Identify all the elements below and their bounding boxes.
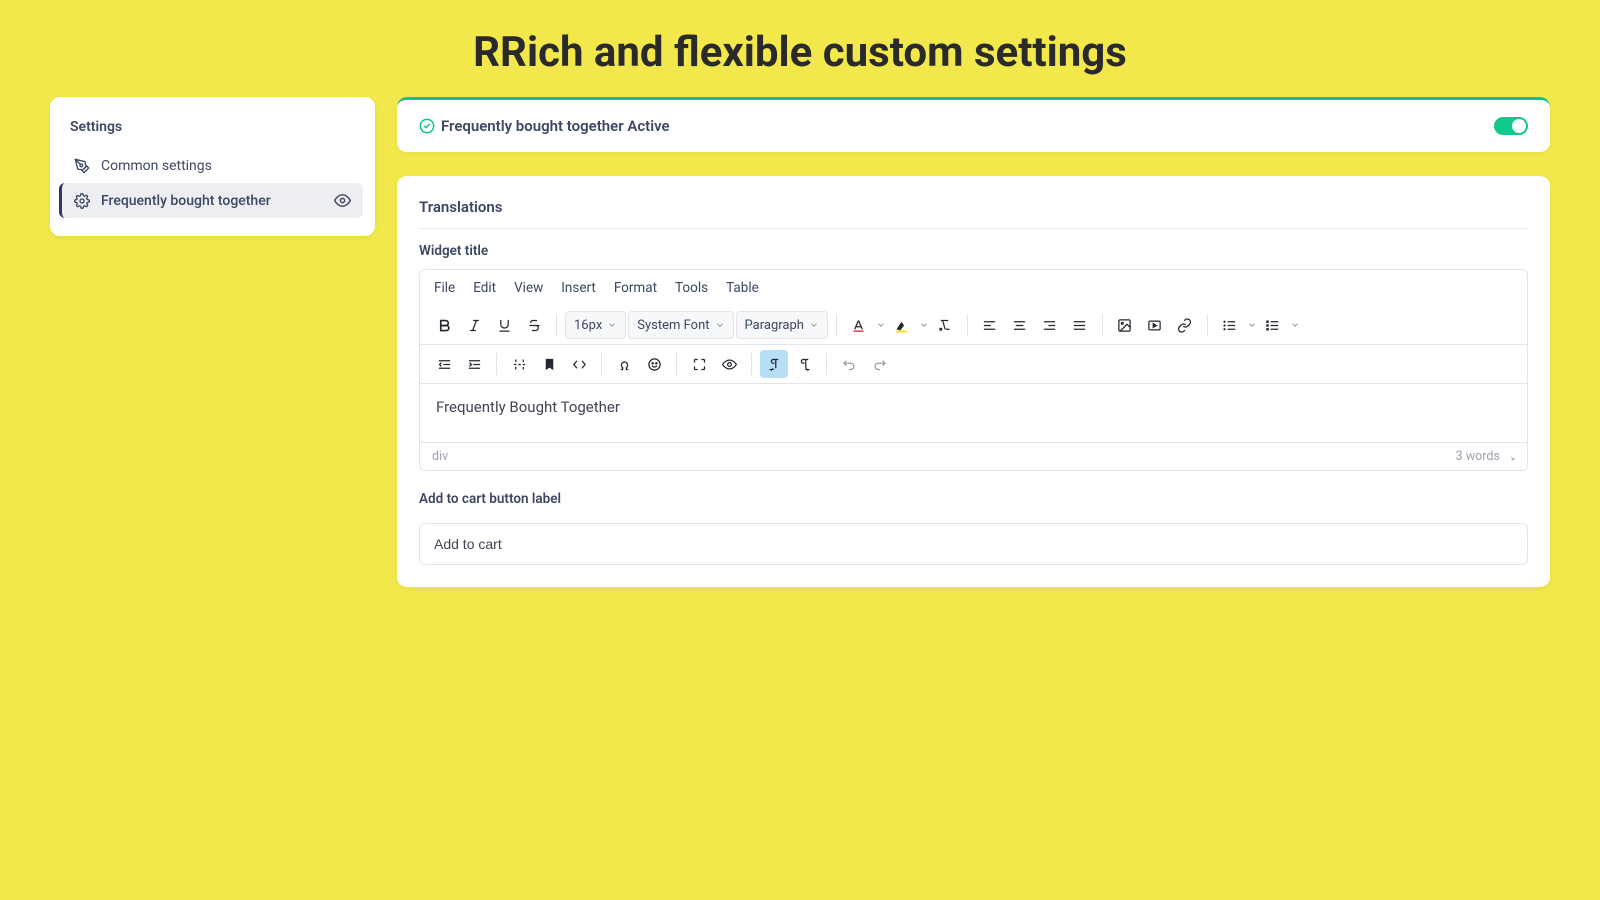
- pen-icon: [74, 158, 90, 174]
- menu-table[interactable]: Table: [726, 280, 759, 296]
- separator: [967, 314, 968, 336]
- check-circle-icon: [419, 118, 435, 134]
- add-to-cart-label: Add to cart button label: [419, 491, 1528, 507]
- main-content: Frequently bought together Active Transl…: [397, 97, 1550, 587]
- emoji-button[interactable]: [640, 350, 668, 378]
- translations-card: Translations Widget title File Edit View…: [397, 176, 1550, 587]
- italic-button[interactable]: [460, 311, 488, 339]
- sidebar: Settings Common settings Frequently boug…: [50, 97, 375, 236]
- fullscreen-button[interactable]: [685, 350, 713, 378]
- add-to-cart-input[interactable]: [419, 523, 1528, 565]
- link-button[interactable]: [1171, 311, 1199, 339]
- align-right-button[interactable]: [1036, 311, 1064, 339]
- main-container: Settings Common settings Frequently boug…: [0, 97, 1600, 587]
- code-sample-button[interactable]: [565, 350, 593, 378]
- sidebar-heading: Settings: [62, 115, 363, 149]
- underline-button[interactable]: [490, 311, 518, 339]
- numbered-list-button[interactable]: [1216, 311, 1257, 339]
- text-color-button[interactable]: [845, 311, 886, 339]
- editor-content[interactable]: Frequently Bought Together: [420, 384, 1527, 442]
- bold-button[interactable]: [430, 311, 458, 339]
- separator: [1102, 314, 1103, 336]
- menu-tools[interactable]: Tools: [675, 280, 708, 296]
- bullet-list-button[interactable]: [1259, 311, 1300, 339]
- status-label: Frequently bought together Active: [441, 117, 670, 135]
- separator: [676, 353, 677, 375]
- page-break-button[interactable]: [505, 350, 533, 378]
- font-family-dropdown[interactable]: System Font: [628, 311, 733, 339]
- status-text: Frequently bought together Active: [419, 117, 670, 135]
- menu-view[interactable]: View: [514, 280, 543, 296]
- image-button[interactable]: [1111, 311, 1139, 339]
- translations-title: Translations: [419, 198, 1528, 229]
- menu-insert[interactable]: Insert: [561, 280, 596, 296]
- clear-formatting-button[interactable]: [931, 311, 959, 339]
- preview-button[interactable]: [715, 350, 743, 378]
- editor-toolbar-row1: 16px System Font Paragraph: [420, 306, 1527, 345]
- video-button[interactable]: [1141, 311, 1169, 339]
- font-size-dropdown[interactable]: 16px: [565, 311, 626, 339]
- separator: [601, 353, 602, 375]
- menu-edit[interactable]: Edit: [473, 280, 496, 296]
- bookmark-button[interactable]: [535, 350, 563, 378]
- sidebar-item-frequently-bought-together[interactable]: Frequently bought together: [59, 183, 363, 218]
- background-color-button[interactable]: [888, 311, 929, 339]
- sidebar-item-label: Common settings: [101, 158, 212, 174]
- separator: [836, 314, 837, 336]
- widget-title-label: Widget title: [419, 243, 1528, 259]
- separator: [556, 314, 557, 336]
- page-title: RRich and flexible custom settings: [0, 0, 1600, 97]
- status-card: Frequently bought together Active: [397, 97, 1550, 152]
- outdent-button[interactable]: [430, 350, 458, 378]
- editor-statusbar: div 3 words: [420, 442, 1527, 470]
- eye-icon: [334, 192, 351, 209]
- sidebar-item-common-settings[interactable]: Common settings: [62, 149, 363, 183]
- ltr-button[interactable]: [760, 350, 788, 378]
- separator: [1207, 314, 1208, 336]
- block-format-dropdown[interactable]: Paragraph: [736, 311, 828, 339]
- redo-button[interactable]: [865, 350, 893, 378]
- rtl-button[interactable]: [790, 350, 818, 378]
- editor-menubar: File Edit View Insert Format Tools Table: [420, 270, 1527, 306]
- rich-text-editor: File Edit View Insert Format Tools Table: [419, 269, 1528, 471]
- strikethrough-button[interactable]: [520, 311, 548, 339]
- separator: [751, 353, 752, 375]
- undo-button[interactable]: [835, 350, 863, 378]
- separator: [826, 353, 827, 375]
- special-character-button[interactable]: [610, 350, 638, 378]
- editor-toolbar-row2: [420, 345, 1527, 384]
- active-toggle[interactable]: [1494, 117, 1528, 135]
- editor-path: div: [432, 449, 448, 464]
- align-center-button[interactable]: [1006, 311, 1034, 339]
- separator: [496, 353, 497, 375]
- align-left-button[interactable]: [976, 311, 1004, 339]
- indent-button[interactable]: [460, 350, 488, 378]
- gear-icon: [74, 193, 90, 209]
- sidebar-item-label: Frequently bought together: [101, 193, 271, 209]
- menu-file[interactable]: File: [434, 280, 455, 296]
- align-justify-button[interactable]: [1066, 311, 1094, 339]
- menu-format[interactable]: Format: [614, 280, 657, 296]
- editor-word-count: 3 words: [1456, 449, 1515, 464]
